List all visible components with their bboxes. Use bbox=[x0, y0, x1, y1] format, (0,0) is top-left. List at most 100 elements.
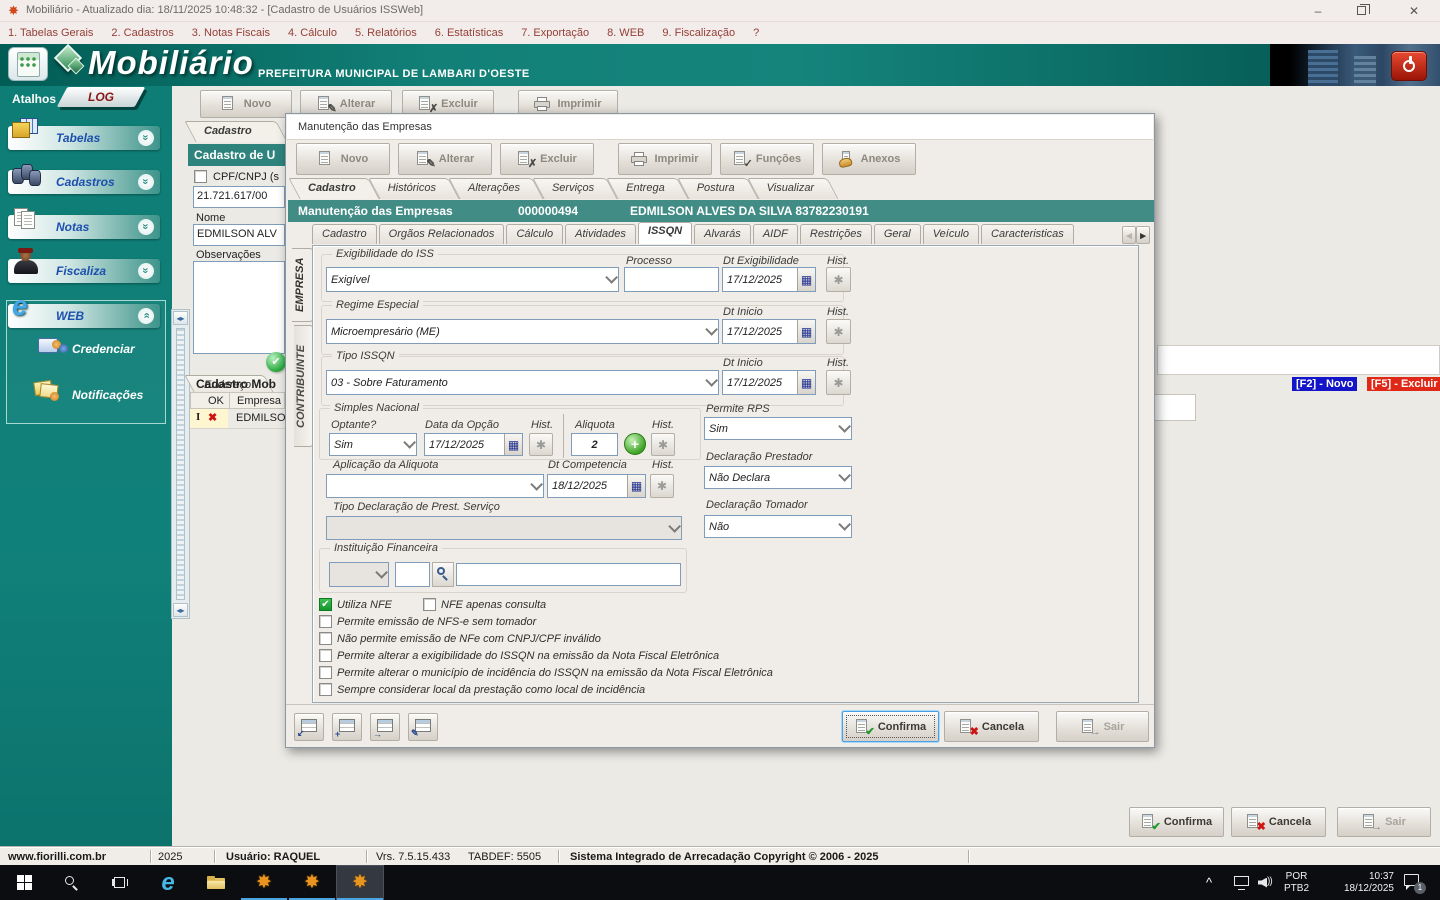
menu-exportacao[interactable]: 7. Exportação bbox=[521, 27, 589, 39]
scroll-arrows-top[interactable]: ◂▸ bbox=[173, 311, 188, 325]
dialog-sair-button[interactable]: → Sair bbox=[1056, 711, 1149, 742]
taskbar-ie-button[interactable]: e bbox=[144, 865, 192, 900]
taskbar-search-button[interactable] bbox=[48, 865, 96, 900]
add-aliquota-button[interactable]: + bbox=[624, 433, 646, 455]
instituicao-lookup-button[interactable] bbox=[432, 562, 454, 587]
tray-language-button[interactable]: POR PTB2 bbox=[1284, 865, 1309, 900]
dialog-titlebar[interactable]: Manutenção das Empresas bbox=[287, 115, 1153, 140]
taskbar-app1-button[interactable]: ✸ bbox=[240, 865, 288, 900]
taskbar-explorer-button[interactable] bbox=[192, 865, 240, 900]
tab-geral[interactable]: Geral bbox=[874, 224, 921, 244]
dialog-anexos-button[interactable]: Anexos bbox=[822, 143, 916, 175]
dialog-nav-edit-button[interactable]: ✎ bbox=[408, 713, 438, 741]
tab-atividades[interactable]: Atividades bbox=[565, 224, 636, 244]
tab-issqn[interactable]: ISSQN bbox=[638, 222, 692, 244]
tab-alvaras[interactable]: Alvarás bbox=[694, 224, 751, 244]
tipo-declaracao-select[interactable] bbox=[326, 516, 682, 540]
menu-relatorios[interactable]: 5. Relatórios bbox=[355, 27, 417, 39]
close-button[interactable]: ✕ bbox=[1392, 0, 1436, 22]
menu-estatisticas[interactable]: 6. Estatísticas bbox=[435, 27, 503, 39]
tray-chevron-button[interactable]: ^ bbox=[1206, 865, 1212, 900]
dialog-novo-button[interactable]: Novo bbox=[296, 143, 390, 175]
instituicao-nome-input[interactable] bbox=[456, 563, 681, 586]
tab-scroll-left-button[interactable]: ◂ bbox=[1122, 226, 1136, 244]
dialog-alterar-button[interactable]: ✎ Alterar bbox=[398, 143, 492, 175]
local-prestacao-checkbox[interactable]: ✔ bbox=[319, 683, 332, 696]
tab-empresa[interactable]: EMPRESA bbox=[292, 248, 313, 322]
optante-select[interactable]: Sim bbox=[329, 433, 417, 456]
taskbar-app3-button-active[interactable]: ✸ bbox=[336, 865, 384, 900]
dialog-imprimir-button[interactable]: Imprimir bbox=[618, 143, 712, 175]
calendar-icon[interactable]: ▦ bbox=[627, 475, 645, 497]
col-ok[interactable]: OK bbox=[208, 395, 224, 407]
exigibilidade-select[interactable]: Exigível bbox=[326, 267, 619, 292]
start-button[interactable] bbox=[0, 865, 48, 900]
log-badge[interactable]: LOG bbox=[62, 87, 140, 107]
notification-center-button[interactable]: 1 bbox=[1404, 865, 1424, 900]
sidebar-item-notificacoes[interactable]: Notificações bbox=[72, 388, 143, 402]
alterar-municipio-checkbox[interactable]: ✔ bbox=[319, 666, 332, 679]
hist-tipo-issqn-button[interactable]: ✱ bbox=[826, 370, 851, 395]
tab-aidf[interactable]: AIDF bbox=[753, 224, 798, 244]
dt-competencia-input[interactable]: 18/12/2025▦ bbox=[547, 474, 646, 498]
tab-servicos[interactable]: Serviços bbox=[538, 178, 612, 199]
hist-aliquota-button[interactable]: ✱ bbox=[651, 433, 675, 456]
alterar-exigibilidade-checkbox[interactable]: ✔ bbox=[319, 649, 332, 662]
hist-competencia-button[interactable]: ✱ bbox=[650, 474, 674, 498]
processo-input[interactable] bbox=[624, 267, 719, 292]
vertical-scrollbar[interactable]: ◂▸ ◂▸ bbox=[171, 309, 190, 619]
menu-web[interactable]: 8. WEB bbox=[607, 27, 644, 39]
cpf-checkbox[interactable]: ✔ bbox=[194, 170, 207, 183]
atalhos-label[interactable]: Atalhos bbox=[12, 92, 56, 106]
tray-clock-button[interactable]: 10:37 18/12/2025 bbox=[1322, 865, 1394, 900]
hist-data-opcao-button[interactable]: ✱ bbox=[529, 433, 553, 456]
calendar-icon[interactable]: ▦ bbox=[797, 320, 815, 343]
tab-alteracoes[interactable]: Alterações bbox=[454, 178, 538, 199]
cnpj-invalido-checkbox[interactable]: ✔ bbox=[319, 632, 332, 645]
tab-postura[interactable]: Postura bbox=[683, 178, 753, 199]
tab-contribuinte[interactable]: CONTRIBUINTE bbox=[294, 325, 313, 447]
aliquota-input[interactable]: 2 bbox=[571, 433, 618, 456]
nfe-apenas-consulta-checkbox[interactable]: ✔ bbox=[423, 598, 436, 611]
dialog-nav-next-button[interactable]: → bbox=[370, 713, 400, 741]
regime-select[interactable]: Microempresário (ME) bbox=[326, 319, 719, 344]
calculator-icon[interactable] bbox=[8, 47, 48, 81]
tab-orgaos-relacionados[interactable]: Orgãos Relacionados bbox=[379, 224, 505, 244]
maximize-button[interactable] bbox=[1340, 0, 1384, 22]
tab-entrega[interactable]: Entrega bbox=[612, 178, 683, 199]
dialog-excluir-button[interactable]: ✗ Excluir bbox=[500, 143, 594, 175]
sair-button-main[interactable]: → Sair bbox=[1337, 807, 1431, 837]
utiliza-nfe-checkbox[interactable]: ✔ bbox=[319, 598, 332, 611]
tab-cadastro[interactable]: Cadastro bbox=[294, 178, 374, 199]
dialog-nav-insert-button[interactable]: + bbox=[332, 713, 362, 741]
tab-scroll-right-button[interactable]: ▸ bbox=[1136, 226, 1150, 244]
data-opcao-input[interactable]: 17/12/2025▦ bbox=[424, 433, 523, 456]
dt-inicio-regime-input[interactable]: 17/12/2025▦ bbox=[722, 319, 816, 344]
nome-input[interactable]: EDMILSON ALV bbox=[193, 224, 285, 246]
minimize-button[interactable]: – bbox=[1296, 0, 1340, 22]
tab-veiculo[interactable]: Veículo bbox=[923, 224, 979, 244]
expand-chevron-icon[interactable]: « bbox=[138, 130, 154, 146]
nfse-sem-tomador-checkbox[interactable]: ✔ bbox=[319, 615, 332, 628]
calendar-icon[interactable]: ▦ bbox=[797, 268, 815, 291]
confirma-button-main[interactable]: ✔ Confirma bbox=[1129, 807, 1224, 837]
scrollbar-track[interactable] bbox=[176, 328, 185, 600]
expand-chevron-icon[interactable]: « bbox=[138, 219, 154, 235]
col-empresa[interactable]: Empresa bbox=[237, 395, 281, 407]
collapse-chevron-icon[interactable]: « bbox=[138, 308, 154, 324]
observacoes-textarea[interactable] bbox=[193, 261, 285, 354]
power-button[interactable] bbox=[1391, 51, 1427, 81]
task-view-button[interactable] bbox=[96, 865, 144, 900]
tray-volume-button[interactable]: )) bbox=[1258, 865, 1274, 900]
declaracao-prestador-select[interactable]: Não Declara bbox=[704, 466, 852, 489]
menu-fiscalizacao[interactable]: 9. Fiscalização bbox=[662, 27, 735, 39]
expand-chevron-icon[interactable]: « bbox=[138, 174, 154, 190]
hist-exigibilidade-button[interactable]: ✱ bbox=[826, 267, 851, 292]
tab-caracteristicas[interactable]: Caracteristicas bbox=[981, 224, 1074, 244]
tab-historicos[interactable]: Históricos bbox=[374, 178, 454, 199]
tipo-issqn-select[interactable]: 03 - Sobre Faturamento bbox=[326, 370, 719, 395]
tab-visualizar[interactable]: Visualizar bbox=[753, 178, 833, 199]
permite-rps-select[interactable]: Sim bbox=[704, 417, 852, 440]
menu-help[interactable]: ? bbox=[753, 27, 759, 39]
declaracao-tomador-select[interactable]: Não bbox=[704, 515, 852, 538]
